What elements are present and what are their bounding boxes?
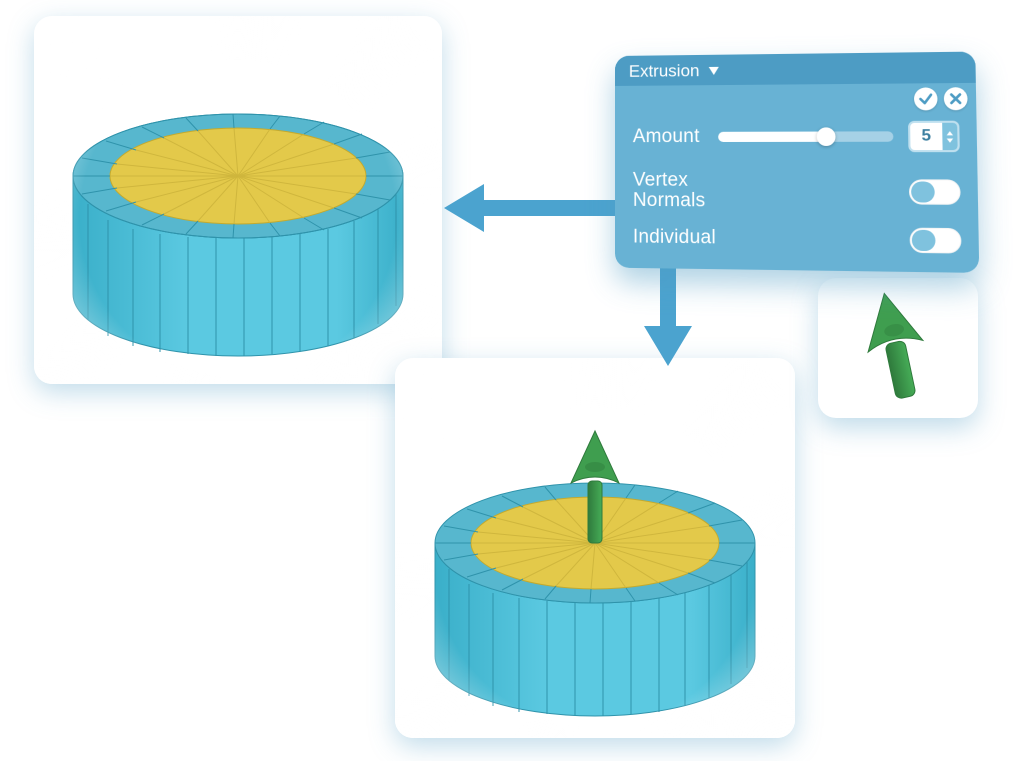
gizmo-thumbnail	[818, 278, 978, 418]
chevron-down-icon	[946, 137, 955, 143]
cylinder-before	[34, 16, 442, 384]
amount-value: 5	[910, 123, 942, 150]
viewport-before	[34, 16, 442, 384]
extrusion-panel: Extrusion Amount 5	[615, 52, 979, 273]
move-arrow-icon	[838, 288, 958, 408]
panel-title: Extrusion	[629, 61, 700, 82]
panel-body: Amount 5 Vertex Normals Individual	[615, 83, 980, 288]
vertex-normals-label: Vertex Normals	[633, 170, 706, 211]
arrow-panel-to-before	[440, 170, 630, 250]
individual-toggle[interactable]	[910, 228, 962, 254]
close-button[interactable]	[944, 87, 968, 110]
panel-header-actions	[914, 87, 968, 110]
amount-label: Amount	[633, 126, 700, 148]
dropdown-icon	[708, 66, 720, 76]
slider-thumb[interactable]	[816, 127, 835, 146]
amount-input[interactable]: 5	[908, 121, 960, 152]
individual-label: Individual	[633, 226, 716, 249]
amount-spinner[interactable]	[942, 123, 957, 150]
chevron-up-icon	[945, 130, 954, 136]
viewport-after	[395, 358, 795, 738]
cylinder-after	[395, 358, 795, 738]
amount-slider[interactable]	[718, 131, 894, 142]
vertex-normals-toggle[interactable]	[909, 179, 961, 204]
vertex-normals-row: Vertex Normals	[633, 170, 961, 213]
individual-row: Individual	[633, 225, 962, 253]
amount-row: Amount 5	[633, 121, 960, 153]
confirm-button[interactable]	[914, 87, 938, 110]
panel-titlebar[interactable]: Extrusion	[615, 52, 976, 86]
diagram-stage: Extrusion Amount 5	[0, 0, 1024, 761]
